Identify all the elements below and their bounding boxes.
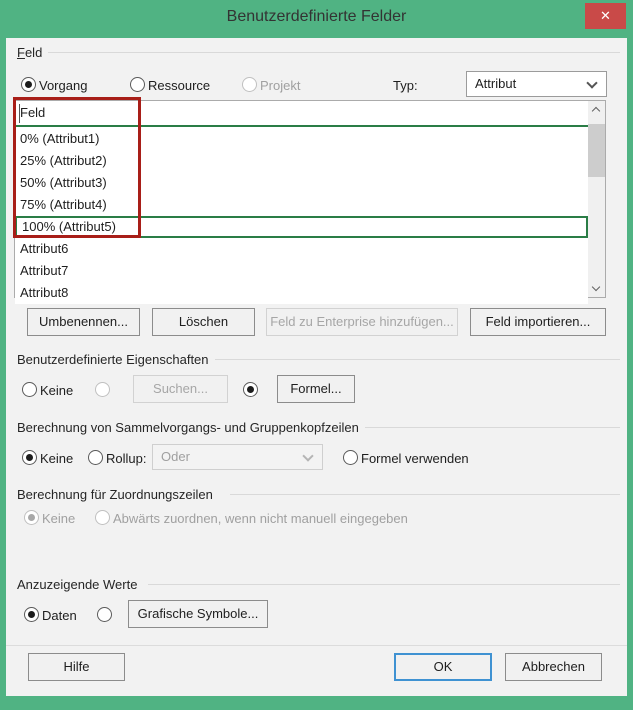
rollup-group-rule — [340, 427, 620, 428]
scrollbar-up-button[interactable] — [588, 101, 605, 118]
assignment-group-rule — [230, 494, 620, 495]
radio-projekt — [242, 77, 257, 92]
list-item[interactable]: 50% (Attribut3) — [15, 172, 588, 194]
radio-rollup-none-label: Keine — [40, 451, 73, 466]
radio-rollup-label: Rollup: — [106, 451, 146, 466]
radio-vorgang[interactable] — [21, 77, 36, 92]
scrollbar-thumb[interactable] — [588, 124, 605, 177]
list-item[interactable]: 75% (Attribut4) — [15, 194, 588, 216]
type-combobox-value: Attribut — [475, 72, 516, 96]
list-item[interactable]: 0% (Attribut1) — [15, 128, 588, 150]
type-label: Typ: — [393, 78, 418, 93]
radio-assignment-none-label: Keine — [42, 511, 75, 526]
cancel-button[interactable]: Abbrechen — [505, 653, 602, 681]
list-item-selected[interactable]: 100% (Attribut5) — [15, 216, 588, 238]
radio-vorgang-label: Vorgang — [39, 78, 87, 93]
radio-rollup-none[interactable] — [22, 450, 37, 465]
radio-ressource-label: Ressource — [148, 78, 210, 93]
type-combobox[interactable]: Attribut — [466, 71, 607, 97]
values-group-rule — [148, 584, 620, 585]
formula-button[interactable]: Formel... — [277, 375, 355, 403]
rename-button[interactable]: Umbenennen... — [27, 308, 140, 336]
radio-properties-none[interactable] — [22, 382, 37, 397]
custom-fields-dialog: Benutzerdefinierte Felder ✕ Feld Vorgang… — [0, 0, 633, 710]
close-button[interactable]: ✕ — [585, 3, 626, 29]
rollup-group-label: Berechnung von Sammelvorgangs- und Grupp… — [17, 420, 365, 435]
radio-graphical[interactable] — [97, 607, 112, 622]
footer-divider — [6, 645, 627, 646]
field-group-rule — [48, 52, 620, 53]
header-divider — [19, 104, 20, 123]
add-to-enterprise-button: Feld zu Enterprise hinzufügen... — [266, 308, 458, 336]
radio-rolldown — [95, 510, 110, 525]
radio-assignment-none — [24, 510, 39, 525]
radio-rolldown-label: Abwärts zuordnen, wenn nicht manuell ein… — [113, 511, 408, 526]
delete-button[interactable]: Löschen — [152, 308, 255, 336]
chevron-down-icon — [592, 283, 600, 291]
field-listbox: Feld 0% (Attribut1) 25% (Attribut2) 50% … — [14, 100, 606, 298]
close-icon: ✕ — [600, 8, 611, 23]
radio-lookup — [95, 382, 110, 397]
radio-formula[interactable] — [243, 382, 258, 397]
assignment-group-label: Berechnung für Zuordnungszeilen — [17, 487, 219, 502]
graphical-indicators-button[interactable]: Grafische Symbole... — [128, 600, 268, 628]
rollup-combobox-value: Oder — [161, 445, 190, 469]
values-group-label: Anzuzeigende Werte — [17, 577, 143, 592]
radio-use-formula-label: Formel verwenden — [361, 451, 469, 466]
list-item[interactable]: 25% (Attribut2) — [15, 150, 588, 172]
title-bar: Benutzerdefinierte Felder ✕ — [0, 0, 633, 38]
chevron-up-icon — [592, 107, 600, 115]
scrollbar-down-button[interactable] — [588, 280, 605, 297]
field-group-label: Feld — [17, 45, 48, 60]
chevron-down-icon — [586, 77, 597, 88]
radio-rollup[interactable] — [88, 450, 103, 465]
ok-button[interactable]: OK — [394, 653, 492, 681]
radio-data[interactable] — [24, 607, 39, 622]
dialog-title: Benutzerdefinierte Felder — [0, 0, 633, 34]
field-list-header[interactable]: Feld — [15, 101, 588, 127]
custom-properties-rule — [212, 359, 620, 360]
list-item[interactable]: Attribut6 — [15, 238, 588, 260]
custom-properties-group-label: Benutzerdefinierte Eigenschaften — [17, 352, 215, 367]
radio-ressource[interactable] — [130, 77, 145, 92]
field-list-rows: 0% (Attribut1) 25% (Attribut2) 50% (Attr… — [15, 128, 588, 304]
radio-properties-none-label: Keine — [40, 383, 73, 398]
list-item[interactable]: Attribut8 — [15, 282, 588, 304]
list-scrollbar[interactable] — [588, 101, 605, 297]
field-list-header-label: Feld — [20, 105, 45, 120]
radio-use-formula[interactable] — [343, 450, 358, 465]
help-button[interactable]: Hilfe — [28, 653, 125, 681]
list-item[interactable]: Attribut7 — [15, 260, 588, 282]
rollup-combobox: Oder — [152, 444, 323, 470]
chevron-down-icon — [302, 450, 313, 461]
radio-data-label: Daten — [42, 608, 77, 623]
import-field-button[interactable]: Feld importieren... — [470, 308, 606, 336]
lookup-button: Suchen... — [133, 375, 228, 403]
radio-projekt-label: Projekt — [260, 78, 300, 93]
